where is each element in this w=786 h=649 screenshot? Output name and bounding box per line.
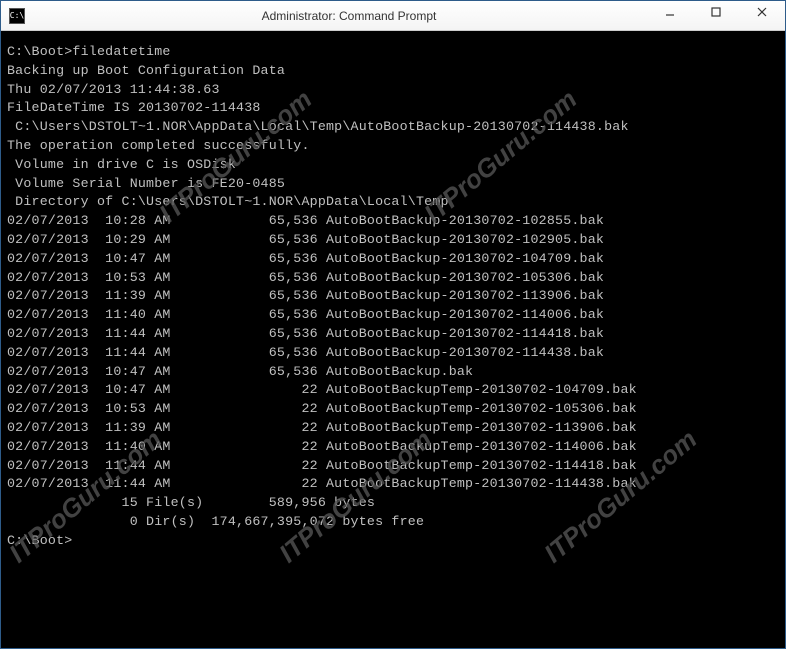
terminal-line: C:\Boot>filedatetime xyxy=(7,43,779,62)
terminal-line: 02/07/2013 10:47 AM 65,536 AutoBootBacku… xyxy=(7,250,779,269)
terminal-line: 02/07/2013 11:44 AM 65,536 AutoBootBacku… xyxy=(7,325,779,344)
terminal-line: C:\Users\DSTOLT~1.NOR\AppData\Local\Temp… xyxy=(7,118,779,137)
terminal-output[interactable]: C:\Boot>filedatetimeBacking up Boot Conf… xyxy=(1,31,785,563)
terminal-line: 0 Dir(s) 174,667,395,072 bytes free xyxy=(7,513,779,532)
terminal-line: 02/07/2013 10:29 AM 65,536 AutoBootBacku… xyxy=(7,231,779,250)
terminal-line: Thu 02/07/2013 11:44:38.63 xyxy=(7,81,779,100)
titlebar[interactable]: C:\ Administrator: Command Prompt xyxy=(1,1,785,31)
terminal-line: Directory of C:\Users\DSTOLT~1.NOR\AppDa… xyxy=(7,193,779,212)
maximize-button[interactable] xyxy=(693,1,739,23)
terminal-line: 02/07/2013 11:44 AM 22 AutoBootBackupTem… xyxy=(7,457,779,476)
terminal-line: 15 File(s) 589,956 bytes xyxy=(7,494,779,513)
terminal-line: 02/07/2013 10:47 AM 65,536 AutoBootBacku… xyxy=(7,363,779,382)
terminal-line: 02/07/2013 11:39 AM 65,536 AutoBootBacku… xyxy=(7,287,779,306)
terminal-line: The operation completed successfully. xyxy=(7,137,779,156)
terminal-line: C:\Boot> xyxy=(7,532,779,551)
terminal-line: Volume in drive C is OSDisk xyxy=(7,156,779,175)
terminal-line: 02/07/2013 10:28 AM 65,536 AutoBootBacku… xyxy=(7,212,779,231)
terminal-line: FileDateTime IS 20130702-114438 xyxy=(7,99,779,118)
close-button[interactable] xyxy=(739,1,785,23)
app-icon: C:\ xyxy=(9,8,25,24)
terminal-line: 02/07/2013 11:44 AM 65,536 AutoBootBacku… xyxy=(7,344,779,363)
terminal-line: Volume Serial Number is FE20-0485 xyxy=(7,175,779,194)
terminal-line: 02/07/2013 11:44 AM 22 AutoBootBackupTem… xyxy=(7,475,779,494)
cmd-window: C:\ Administrator: Command Prompt C:\Boo… xyxy=(0,0,786,649)
terminal-line: 02/07/2013 11:40 AM 65,536 AutoBootBacku… xyxy=(7,306,779,325)
terminal-line: 02/07/2013 10:53 AM 65,536 AutoBootBacku… xyxy=(7,269,779,288)
minimize-button[interactable] xyxy=(647,1,693,23)
terminal-line: 02/07/2013 11:40 AM 22 AutoBootBackupTem… xyxy=(7,438,779,457)
terminal-line: 02/07/2013 11:39 AM 22 AutoBootBackupTem… xyxy=(7,419,779,438)
terminal-line: 02/07/2013 10:53 AM 22 AutoBootBackupTem… xyxy=(7,400,779,419)
terminal-line: 02/07/2013 10:47 AM 22 AutoBootBackupTem… xyxy=(7,381,779,400)
terminal-line: Backing up Boot Configuration Data xyxy=(7,62,779,81)
